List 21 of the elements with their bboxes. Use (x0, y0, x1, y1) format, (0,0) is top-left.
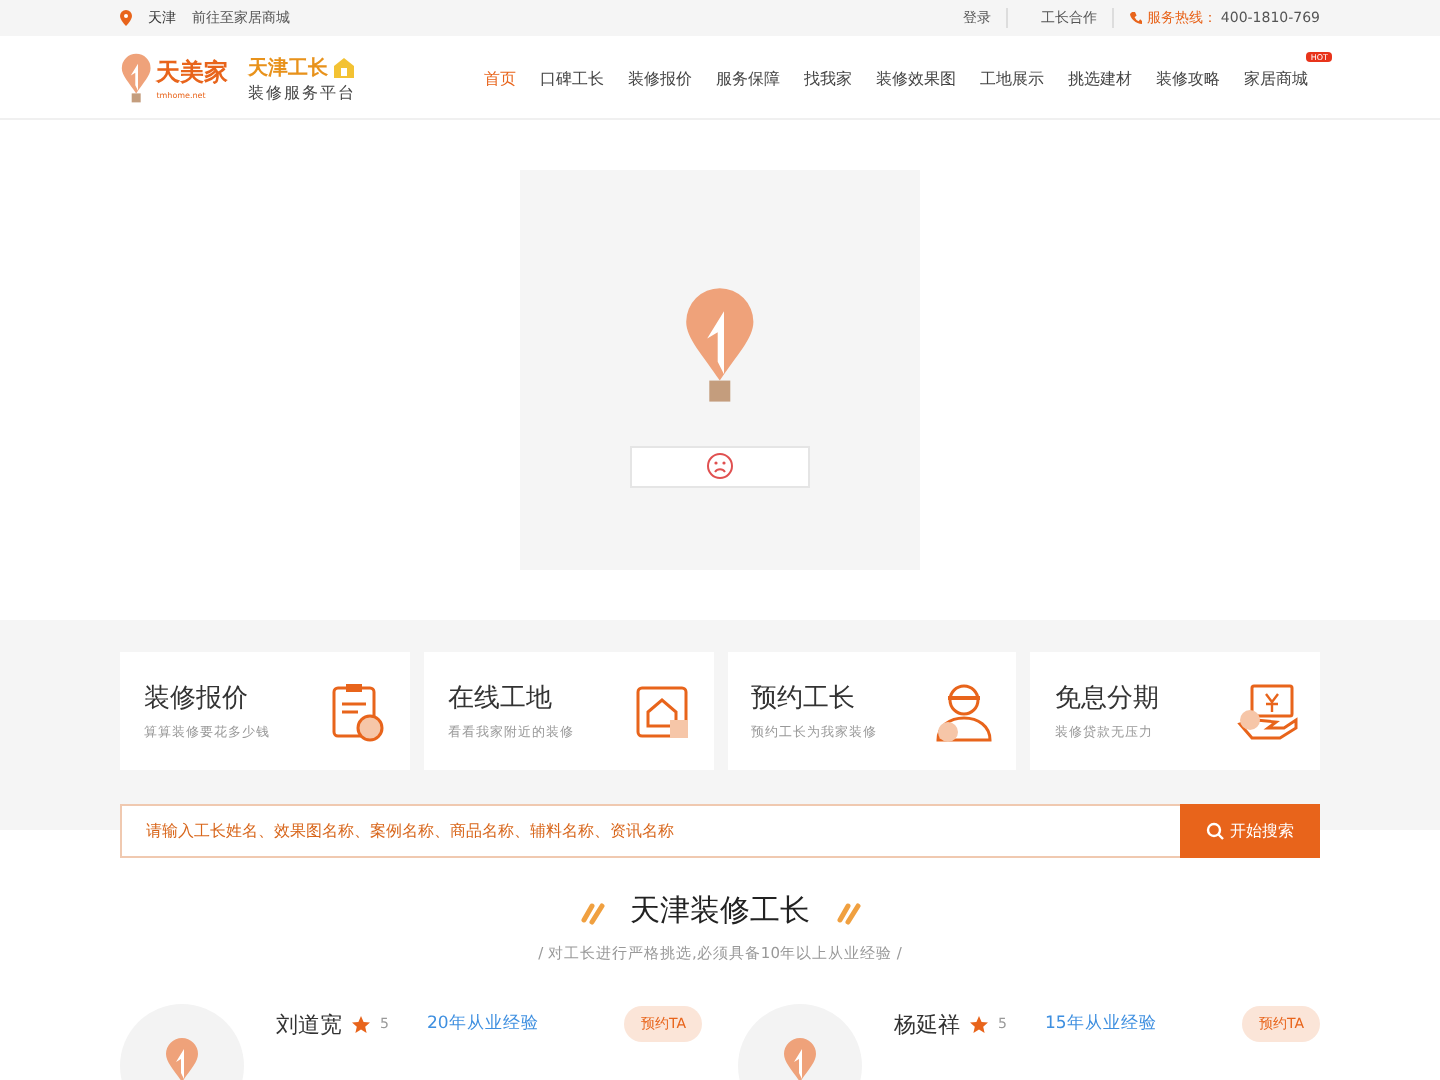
nav-item[interactable]: 服务保障 (704, 67, 792, 89)
logo-name: 天美家 (156, 56, 229, 90)
nav-item[interactable]: 口碑工长 (528, 67, 616, 89)
brand-title: 天津工长 (248, 55, 329, 81)
service-title: 装修报价 (144, 682, 250, 716)
service-title: 预约工长 (751, 682, 857, 716)
experience-label: 15年从业经验 (1044, 1012, 1157, 1036)
worker-name: 刘道宽 (276, 1009, 342, 1039)
experience-label: 20年从业经验 (426, 1012, 539, 1036)
service-title: 免息分期 (1054, 682, 1161, 716)
nav-item[interactable]: 挑选建材 (1056, 67, 1144, 89)
nav-item[interactable]: 装修效果图 (864, 67, 968, 89)
nav-item[interactable]: 装修攻略 (1144, 67, 1232, 89)
brand-subtitle: 装修服务平台 (248, 81, 357, 103)
service-title: 在线工地 (447, 682, 554, 716)
nav-item[interactable]: 工地展示 (968, 67, 1056, 89)
section-title: 天津装修工长 (630, 892, 810, 930)
nav-item[interactable]: 找我家 (792, 67, 864, 89)
nav-item[interactable]: 装修报价 (616, 67, 704, 89)
worker-name: 杨延祥 (894, 1009, 960, 1039)
search-field[interactable]: 请输入工长姓名、效果图名称、案例名称、商品名称、辅料名称、资讯名称 (120, 804, 1180, 858)
